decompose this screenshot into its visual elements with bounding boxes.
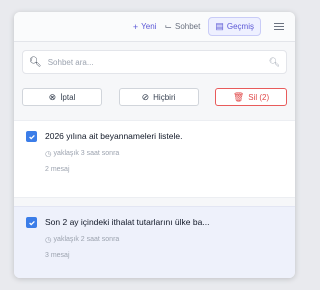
- conversation-time-text: yaklaşık 2 saat sonra: [53, 236, 120, 243]
- conversation-title: Son 2 ay içindeki ithalat tutarlarını ül…: [45, 217, 210, 227]
- history-icon: ▤: [215, 21, 224, 31]
- new-chat-label: Yeni: [141, 22, 157, 31]
- circle-slash-icon: ⊘: [141, 91, 150, 102]
- cancel-label: İptal: [60, 92, 76, 102]
- menu-icon[interactable]: [271, 19, 287, 35]
- conversation-time: ◷ yaklaşık 3 saat sonra: [45, 149, 119, 158]
- message-count: 2 mesaj: [45, 166, 70, 173]
- cancel-button[interactable]: ⊗ İptal: [22, 88, 102, 106]
- select-none-button[interactable]: ⊘ Hiçbiri: [118, 88, 199, 106]
- tab-history-label: Geçmiş: [226, 22, 254, 31]
- search-input[interactable]: [45, 56, 269, 68]
- toolbar: + Yeni ⌙ Sohbet ▤ Geçmiş: [14, 12, 295, 42]
- check-icon: [28, 220, 35, 226]
- conversation-title: 2026 yılına ait beyannameleri listele.: [45, 131, 183, 141]
- check-icon: [28, 134, 35, 140]
- checkbox-checked[interactable]: [26, 217, 37, 228]
- search-icon: 🔍︎: [29, 56, 42, 68]
- search-submit-icon[interactable]: 🔍︎: [269, 57, 280, 68]
- checkbox-checked[interactable]: [26, 131, 37, 142]
- conversation-time-text: yaklaşık 3 saat sonra: [53, 150, 120, 157]
- tab-chat-label: Sohbet: [175, 22, 201, 31]
- delete-button[interactable]: 🗑︎ Sil (2): [215, 88, 287, 106]
- history-panel: + Yeni ⌙ Sohbet ▤ Geçmiş 🔍︎ 🔍︎ ⊗ İptal ⊘…: [14, 12, 295, 278]
- circle-x-icon: ⊗: [48, 91, 57, 102]
- conversation-item[interactable]: 2026 yılına ait beyannameleri listele. ◷…: [14, 120, 295, 198]
- trash-icon: 🗑︎: [232, 91, 245, 102]
- chat-icon: ⌙: [164, 21, 172, 31]
- select-none-label: Hiçbiri: [153, 92, 176, 102]
- selection-actions: ⊗ İptal ⊘ Hiçbiri 🗑︎ Sil (2): [22, 88, 287, 108]
- delete-label: Sil (2): [248, 92, 270, 102]
- search-bar: 🔍︎ 🔍︎: [22, 50, 287, 74]
- tab-chat[interactable]: ⌙ Sohbet: [164, 21, 200, 32]
- conversation-time: ◷ yaklaşık 2 saat sonra: [45, 235, 119, 244]
- clock-icon: ◷: [45, 149, 52, 158]
- message-count: 3 mesaj: [45, 252, 70, 259]
- new-chat-button[interactable]: + Yeni: [133, 22, 157, 32]
- clock-icon: ◷: [45, 235, 52, 244]
- plus-icon: +: [132, 21, 139, 32]
- tab-history[interactable]: ▤ Geçmiş: [208, 17, 261, 36]
- conversation-item[interactable]: Son 2 ay içindeki ithalat tutarlarını ül…: [14, 206, 295, 278]
